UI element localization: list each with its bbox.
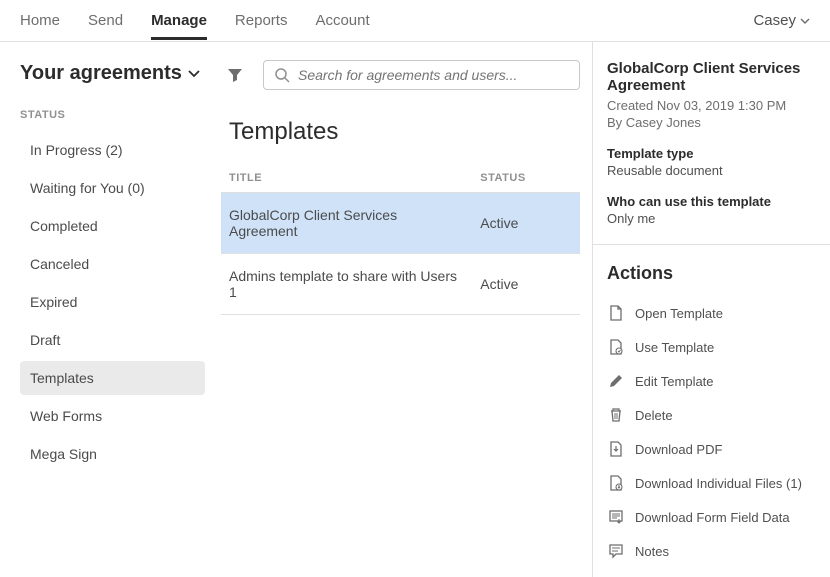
pencil-icon (607, 373, 625, 389)
template-type-label: Template type (607, 146, 816, 161)
download-multi-icon (607, 475, 625, 491)
trash-icon (607, 407, 625, 423)
sidebar-section-label: STATUS (20, 109, 205, 121)
cell-status: Active (472, 254, 580, 315)
who-value: Only me (607, 211, 816, 226)
action-open-template[interactable]: Open Template (607, 296, 816, 330)
content-title: Templates (221, 118, 580, 146)
download-form-icon (607, 509, 625, 525)
action-use-template[interactable]: Use Template (607, 330, 816, 364)
nav-manage[interactable]: Manage (151, 2, 207, 39)
action-edit-template[interactable]: Edit Template (607, 364, 816, 398)
sidebar-title: Your agreements (20, 62, 182, 85)
col-header-status[interactable]: STATUS (472, 164, 580, 193)
panel-created: Created Nov 03, 2019 1:30 PM (607, 98, 816, 113)
search-box[interactable] (263, 60, 580, 90)
content: Templates TITLE STATUS GlobalCorp Client… (215, 42, 592, 577)
sidebar-title-row[interactable]: Your agreements (20, 62, 205, 85)
action-label: Notes (635, 544, 669, 559)
action-label: Edit Template (635, 374, 714, 389)
main: Your agreements STATUS In Progress (2) W… (0, 42, 830, 577)
nav-home[interactable]: Home (20, 2, 60, 39)
nav-reports[interactable]: Reports (235, 2, 288, 39)
col-header-title[interactable]: TITLE (221, 164, 472, 193)
details-panel: GlobalCorp Client Services Agreement Cre… (592, 42, 830, 577)
notes-icon (607, 543, 625, 559)
action-delete[interactable]: Delete (607, 398, 816, 432)
action-label: Use Template (635, 340, 714, 355)
user-name: Casey (753, 12, 796, 29)
sidebar-item-expired[interactable]: Expired (20, 285, 205, 319)
chevron-down-icon (188, 70, 200, 78)
search-icon (274, 67, 290, 83)
templates-table: TITLE STATUS GlobalCorp Client Services … (221, 164, 580, 315)
who-label: Who can use this template (607, 194, 816, 209)
document-icon (607, 305, 625, 321)
chevron-down-icon (800, 18, 810, 24)
action-notes[interactable]: Notes (607, 534, 816, 568)
sidebar-item-in-progress[interactable]: In Progress (2) (20, 133, 205, 167)
table-row[interactable]: Admins template to share with Users 1 Ac… (221, 254, 580, 315)
action-label: Download Form Field Data (635, 510, 790, 525)
sidebar-item-completed[interactable]: Completed (20, 209, 205, 243)
action-label: Download PDF (635, 442, 722, 457)
panel-by: By Casey Jones (607, 115, 816, 130)
table-row[interactable]: GlobalCorp Client Services Agreement Act… (221, 193, 580, 254)
cell-title: GlobalCorp Client Services Agreement (221, 193, 472, 254)
template-type-value: Reusable document (607, 163, 816, 178)
nav-send[interactable]: Send (88, 2, 123, 39)
action-download-pdf[interactable]: Download PDF (607, 432, 816, 466)
nav-account[interactable]: Account (315, 2, 369, 39)
action-label: Delete (635, 408, 673, 423)
action-label: Download Individual Files (1) (635, 476, 802, 491)
sidebar-item-templates[interactable]: Templates (20, 361, 205, 395)
sidebar-item-draft[interactable]: Draft (20, 323, 205, 357)
cell-title: Admins template to share with Users 1 (221, 254, 472, 315)
sidebar-item-web-forms[interactable]: Web Forms (20, 399, 205, 433)
filter-icon[interactable] (221, 63, 249, 87)
user-menu[interactable]: Casey (753, 12, 810, 29)
actions-title: Actions (607, 263, 816, 284)
cell-status: Active (472, 193, 580, 254)
action-download-form-data[interactable]: Download Form Field Data (607, 500, 816, 534)
sidebar: Your agreements STATUS In Progress (2) W… (0, 42, 215, 577)
document-arrow-icon (607, 339, 625, 355)
action-download-individual[interactable]: Download Individual Files (1) (607, 466, 816, 500)
action-label: Open Template (635, 306, 723, 321)
content-toolbar (221, 60, 580, 90)
divider (593, 244, 830, 245)
sidebar-item-canceled[interactable]: Canceled (20, 247, 205, 281)
download-icon (607, 441, 625, 457)
top-nav: Home Send Manage Reports Account Casey (0, 0, 830, 42)
sidebar-item-mega-sign[interactable]: Mega Sign (20, 437, 205, 471)
search-input[interactable] (298, 67, 569, 83)
sidebar-item-waiting[interactable]: Waiting for You (0) (20, 171, 205, 205)
panel-title: GlobalCorp Client Services Agreement (607, 60, 816, 94)
nav-items: Home Send Manage Reports Account (20, 2, 370, 39)
